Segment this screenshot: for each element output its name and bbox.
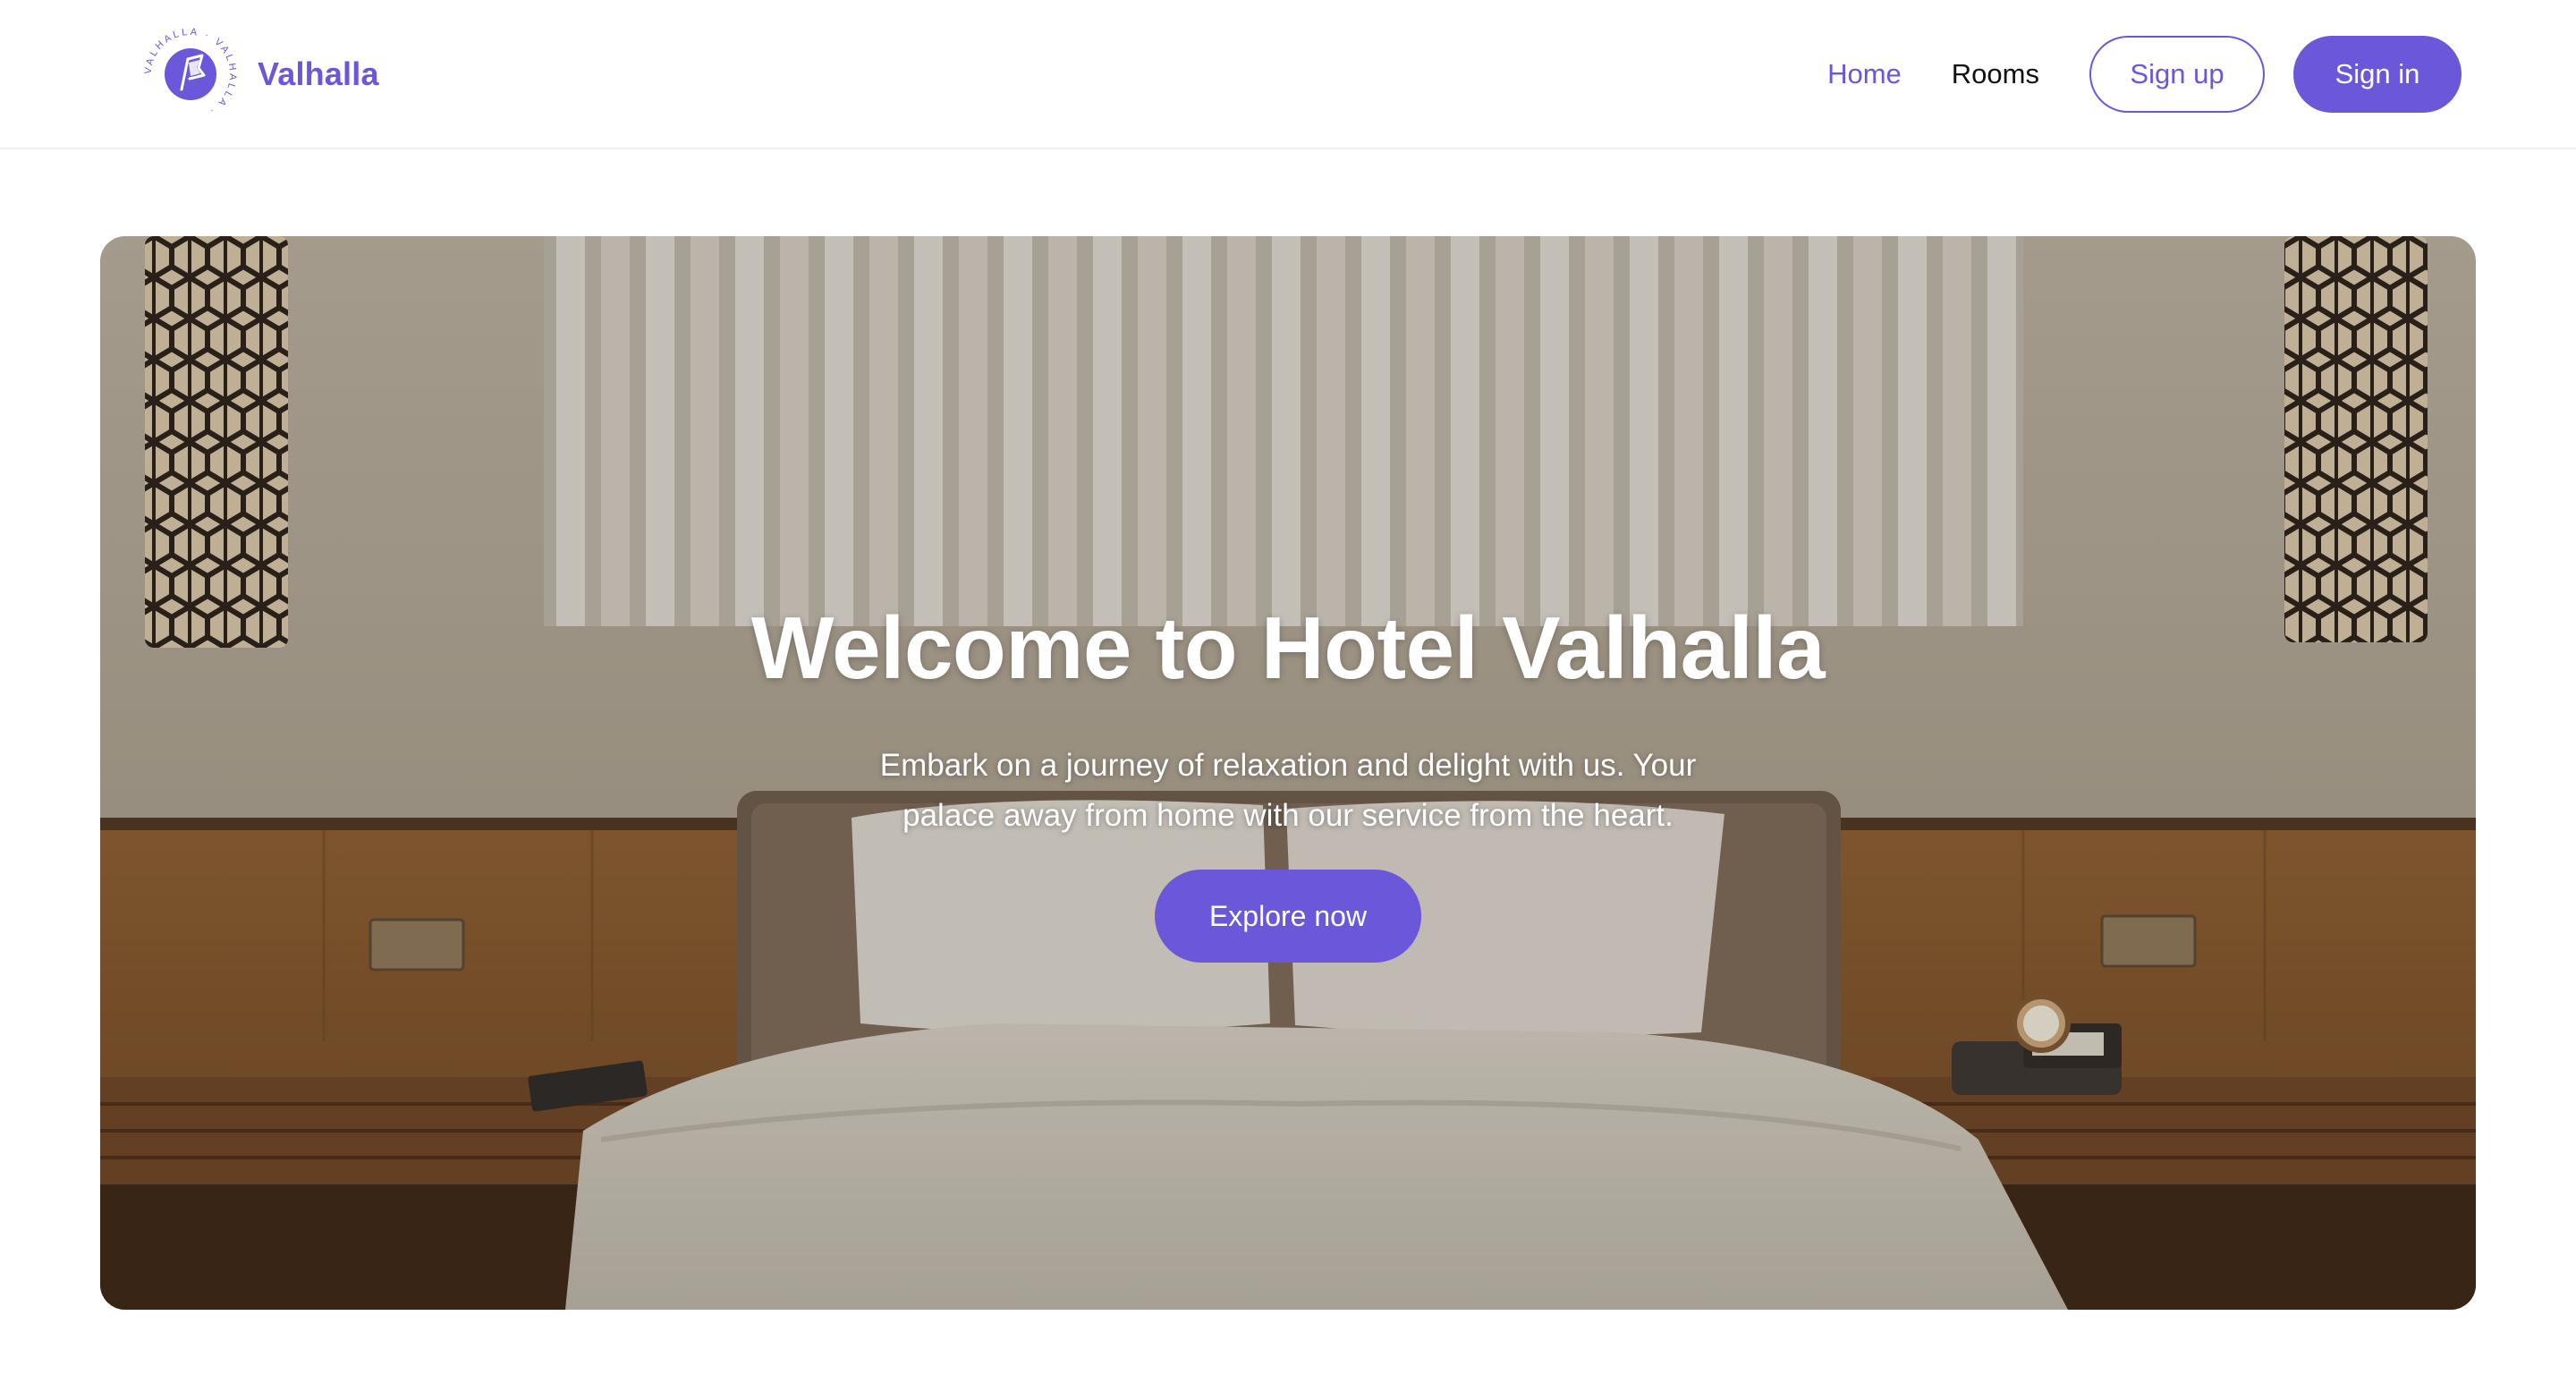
sign-up-button[interactable]: Sign up xyxy=(2089,36,2265,113)
sign-in-button[interactable]: Sign in xyxy=(2293,36,2462,113)
explore-now-button[interactable]: Explore now xyxy=(1155,870,1421,963)
hero-banner: Welcome to Hotel Valhalla Embark on a jo… xyxy=(100,236,2476,1310)
valhalla-logo-icon: VALHALLA · VALHALLA · xyxy=(143,27,235,117)
nav-link-home[interactable]: Home xyxy=(1827,58,1902,90)
hero-title: Welcome to Hotel Valhalla xyxy=(750,598,1826,697)
hero-subtitle: Embark on a journey of relaxation and de… xyxy=(879,748,1697,833)
brand-home-link[interactable]: VALHALLA · VALHALLA · Valhalla xyxy=(141,25,379,123)
nav-link-rooms[interactable]: Rooms xyxy=(1952,58,2039,90)
brand-name: Valhalla xyxy=(258,55,379,92)
hero-content: Welcome to Hotel Valhalla Embark on a jo… xyxy=(100,236,2476,1310)
top-navbar: VALHALLA · VALHALLA · Valhalla Home Room… xyxy=(0,0,2576,149)
main-nav: Home Rooms Sign up Sign in xyxy=(1827,36,2462,113)
